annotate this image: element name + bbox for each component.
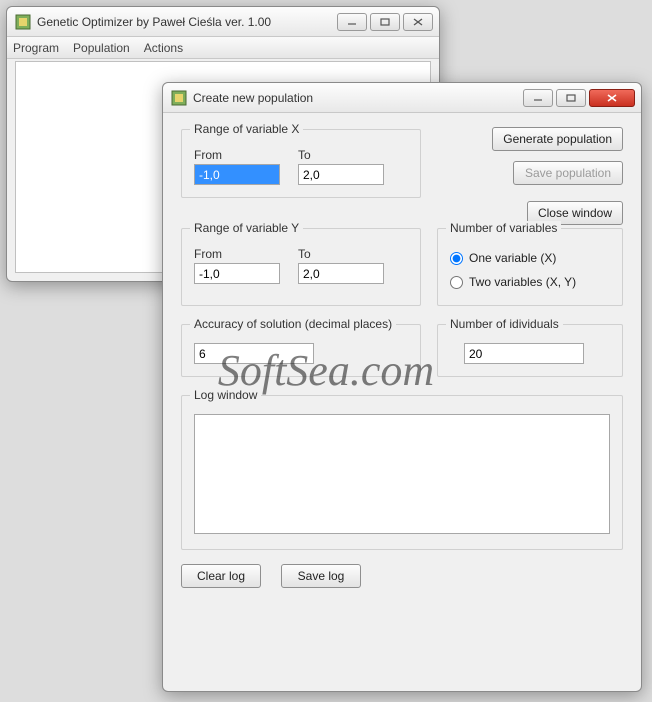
individuals-input[interactable]: [464, 343, 584, 364]
range-x-from-input[interactable]: [194, 164, 280, 185]
range-x-legend: Range of variable X: [190, 122, 303, 136]
accuracy-legend: Accuracy of solution (decimal places): [190, 317, 396, 331]
dialog-title: Create new population: [193, 91, 523, 105]
dialog-window-controls: [523, 89, 635, 107]
log-group: Log window: [181, 395, 623, 550]
one-variable-label: One variable (X): [469, 251, 556, 265]
range-y-group: Range of variable Y From To: [181, 228, 421, 306]
individuals-legend: Number of idividuals: [446, 317, 563, 331]
accuracy-input[interactable]: [194, 343, 314, 364]
menubar: Program Population Actions: [7, 37, 439, 59]
range-y-legend: Range of variable Y: [190, 221, 303, 235]
dialog-titlebar[interactable]: Create new population: [163, 83, 641, 113]
log-textarea[interactable]: [194, 414, 610, 534]
num-vars-group: Number of variables One variable (X) Two…: [437, 228, 623, 306]
menu-actions[interactable]: Actions: [144, 41, 183, 55]
range-y-to-label: To: [298, 247, 384, 261]
save-population-button[interactable]: Save population: [513, 161, 623, 185]
range-x-to-input[interactable]: [298, 164, 384, 185]
individuals-group: Number of idividuals: [437, 324, 623, 377]
range-y-from-input[interactable]: [194, 263, 280, 284]
dialog-window: Create new population Generate populatio…: [162, 82, 642, 692]
range-x-to-label: To: [298, 148, 384, 162]
generate-population-button[interactable]: Generate population: [492, 127, 623, 151]
range-x-from-label: From: [194, 148, 280, 162]
log-legend: Log window: [190, 388, 261, 402]
minimize-button[interactable]: [337, 13, 367, 31]
dialog-close-button[interactable]: [589, 89, 635, 107]
main-titlebar[interactable]: Genetic Optimizer by Paweł Cieśla ver. 1…: [7, 7, 439, 37]
dialog-body: Generate population Save population Clos…: [163, 113, 641, 691]
dialog-maximize-button[interactable]: [556, 89, 586, 107]
maximize-button[interactable]: [370, 13, 400, 31]
two-variables-radio[interactable]: [450, 276, 463, 289]
main-window-controls: [337, 13, 433, 31]
accuracy-group: Accuracy of solution (decimal places): [181, 324, 421, 377]
close-button[interactable]: [403, 13, 433, 31]
menu-program[interactable]: Program: [13, 41, 59, 55]
save-log-button[interactable]: Save log: [281, 564, 361, 588]
two-variables-label: Two variables (X, Y): [469, 275, 576, 289]
range-y-from-label: From: [194, 247, 280, 261]
clear-log-button[interactable]: Clear log: [181, 564, 261, 588]
dialog-minimize-button[interactable]: [523, 89, 553, 107]
main-title: Genetic Optimizer by Paweł Cieśla ver. 1…: [37, 15, 337, 29]
dialog-icon: [171, 90, 187, 106]
menu-population[interactable]: Population: [73, 41, 130, 55]
range-x-group: Range of variable X From To: [181, 129, 421, 198]
action-button-stack: Generate population Save population Clos…: [492, 127, 623, 225]
num-vars-legend: Number of variables: [446, 221, 561, 235]
range-y-to-input[interactable]: [298, 263, 384, 284]
one-variable-radio[interactable]: [450, 252, 463, 265]
app-icon: [15, 14, 31, 30]
